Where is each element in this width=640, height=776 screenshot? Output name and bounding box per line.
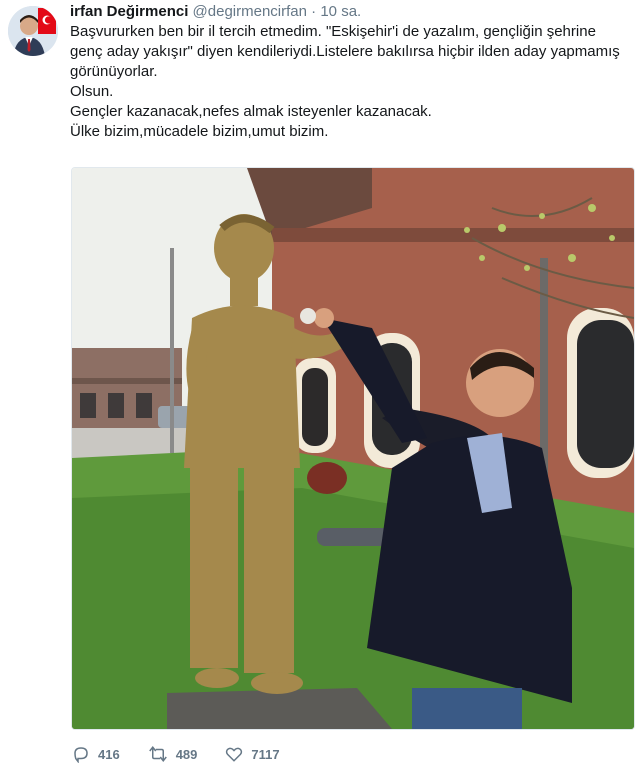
tweet-header: irfan Değirmenci @degirmencirfan · 10 sa… bbox=[70, 2, 361, 22]
avatar-image bbox=[8, 6, 58, 56]
tweet-actions: 416 489 7117 bbox=[72, 742, 308, 766]
tweet-line-2: Olsun. bbox=[70, 83, 114, 100]
retweet-button[interactable]: 489 bbox=[148, 745, 198, 763]
like-count: 7117 bbox=[251, 746, 280, 762]
like-button[interactable]: 7117 bbox=[225, 745, 280, 763]
tweet-photo[interactable] bbox=[71, 167, 635, 730]
photo-image bbox=[72, 168, 634, 729]
heart-icon bbox=[226, 747, 243, 762]
retweet-icon bbox=[148, 746, 167, 762]
reply-button[interactable]: 416 bbox=[72, 745, 120, 763]
author-name[interactable]: irfan Değirmenci bbox=[70, 3, 188, 20]
separator-dot: · bbox=[311, 3, 317, 20]
tweet-time[interactable]: 10 sa. bbox=[320, 3, 361, 20]
reply-count: 416 bbox=[98, 746, 120, 762]
tweet-line-1: Başvururken ben bir il tercih etmedim. "… bbox=[70, 23, 620, 80]
avatar[interactable] bbox=[8, 6, 58, 56]
retweet-count: 489 bbox=[175, 746, 198, 762]
reply-icon bbox=[74, 747, 88, 763]
tweet-line-4: Ülke bizim,mücadele bizim,umut bizim. bbox=[70, 123, 329, 140]
author-handle[interactable]: @degirmencirfan bbox=[193, 3, 307, 20]
tweet-text: Başvururken ben bir il tercih etmedim. "… bbox=[70, 22, 630, 142]
tweet-line-3: Gençler kazanacak,nefes almak isteyenler… bbox=[70, 103, 432, 120]
